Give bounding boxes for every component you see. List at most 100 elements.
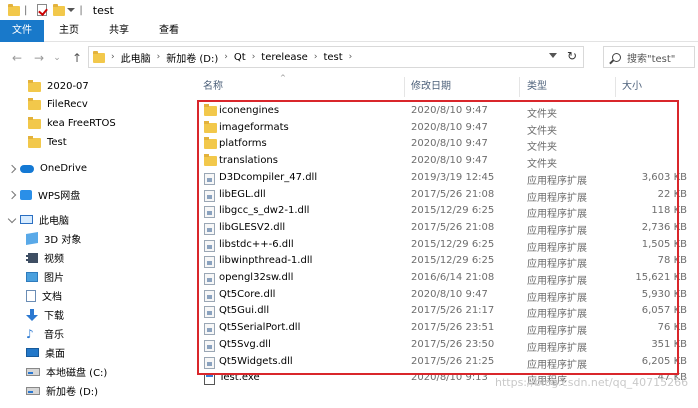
file-row[interactable]: platforms 2020/8/10 9:47 文件夹 [190, 136, 698, 153]
tab-home[interactable]: 主页 [44, 20, 94, 42]
up-arrow-icon[interactable]: ↑ [70, 51, 84, 65]
sidebar-item-label: 本地磁盘 (C:) [46, 368, 108, 379]
download-icon [26, 308, 38, 321]
sidebar-item-label: 视频 [44, 254, 64, 265]
sidebar-item-2020-07[interactable]: 2020-07 [28, 77, 89, 96]
sidebar-item-wps-cloud[interactable]: WPS网盘 [20, 185, 80, 204]
address-dropdown-icon[interactable] [549, 53, 557, 58]
file-name[interactable]: libGLESV2.dll [219, 222, 285, 233]
sidebar-item-downloads[interactable]: 下载 [26, 305, 64, 324]
cloud-icon [20, 164, 34, 173]
file-name[interactable]: Qt5Gui.dll [219, 305, 269, 316]
file-row[interactable]: libstdc++-6.dll 2015/12/29 6:25 应用程序扩展 1,50… [190, 237, 698, 254]
file-row[interactable]: opengl32sw.dll 2016/6/14 21:08 应用程序扩展 15,62… [190, 270, 698, 287]
sidebar-item-3d-objects[interactable]: 3D 对象 [26, 229, 81, 248]
file-name[interactable]: imageformats [219, 122, 289, 133]
tab-view[interactable]: 查看 [144, 20, 194, 42]
sidebar-item-desktop[interactable]: 桌面 [26, 343, 65, 362]
tab-file[interactable]: 文件 [0, 20, 44, 42]
file-name[interactable]: Qt5Widgets.dll [219, 356, 293, 367]
breadcrumb-qt[interactable]: Qt [234, 52, 246, 63]
breadcrumb-terelease[interactable]: terelease [261, 52, 308, 63]
column-header-name[interactable]: 名称 [203, 76, 223, 98]
expand-chevron-icon[interactable] [7, 190, 17, 200]
column-header-date[interactable]: 修改日期 [411, 76, 451, 98]
tab-share[interactable]: 共享 [94, 20, 144, 42]
file-name[interactable]: libEGL.dll [219, 189, 266, 200]
customize-quick-access-icon[interactable] [67, 8, 76, 12]
folder-icon [93, 50, 105, 63]
file-size: 6,057 KB [641, 305, 687, 317]
file-date: 2017/5/26 21:17 [411, 305, 495, 317]
ribbon-tabs: 文件 主页 共享 查看 [0, 20, 698, 42]
file-type: 应用程序扩展 [527, 192, 587, 204]
file-date: 2020/8/10 9:13 [411, 372, 488, 384]
sidebar-item-drive-c[interactable]: 本地磁盘 (C:) [26, 362, 107, 381]
title-separator: | [24, 4, 28, 16]
sidebar-item-documents[interactable]: 文档 [26, 286, 62, 305]
file-row[interactable]: iconengines 2020/8/10 9:47 文件夹 [190, 103, 698, 120]
sidebar-item-pictures[interactable]: 图片 [26, 267, 64, 286]
address-bar[interactable]: › 此电脑 › 新加卷 (D:) › Qt › terelease › test… [88, 46, 584, 68]
column-divider[interactable] [615, 77, 616, 97]
file-name[interactable]: libstdc++-6.dll [219, 239, 294, 250]
file-name[interactable]: libgcc_s_dw2-1.dll [219, 205, 309, 216]
column-divider[interactable] [519, 77, 520, 97]
sidebar-item-onedrive[interactable]: OneDrive [20, 159, 87, 178]
file-date: 2020/8/10 9:47 [411, 138, 488, 150]
file-name[interactable]: iconengines [219, 105, 279, 116]
file-name[interactable]: libwinpthread-1.dll [219, 255, 312, 266]
properties-icon[interactable] [37, 4, 48, 16]
file-row[interactable]: Qt5SerialPort.dll 2017/5/26 23:51 应用程序扩展 76… [190, 320, 698, 337]
dll-file-icon [204, 273, 215, 285]
forward-arrow-icon[interactable]: → [32, 51, 46, 65]
column-header-type[interactable]: 类型 [527, 76, 547, 98]
file-row[interactable]: Qt5Svg.dll 2017/5/26 23:50 应用程序扩展 351 KB [190, 337, 698, 354]
file-row[interactable]: libgcc_s_dw2-1.dll 2015/12/29 6:25 应用程序扩展 1… [190, 203, 698, 220]
refresh-icon[interactable]: ↻ [567, 49, 577, 63]
search-input[interactable]: 搜索"test" [627, 50, 675, 65]
file-row[interactable]: Qt5Widgets.dll 2017/5/26 21:25 应用程序扩展 6,205… [190, 354, 698, 371]
collapse-chevron-icon[interactable] [7, 214, 17, 224]
desktop-icon [26, 348, 39, 357]
file-row[interactable]: Qt5Gui.dll 2017/5/26 21:17 应用程序扩展 6,057 KB [190, 303, 698, 320]
sidebar-item-drive-d[interactable]: 新加卷 (D:) [26, 381, 98, 400]
sidebar-item-music[interactable]: ♪ 音乐 [26, 324, 64, 343]
file-name[interactable]: translations [219, 155, 278, 166]
file-name[interactable]: Qt5Core.dll [219, 289, 275, 300]
breadcrumb-test[interactable]: test [323, 52, 342, 63]
file-row[interactable]: D3Dcompiler_47.dll 2019/3/19 12:45 应用程序扩展 3… [190, 170, 698, 187]
sidebar-item-videos[interactable]: 视频 [26, 248, 64, 267]
column-header-size[interactable]: 大小 [622, 76, 642, 98]
new-folder-icon[interactable] [53, 3, 66, 16]
file-name[interactable]: Qt5Svg.dll [219, 339, 271, 350]
expand-chevron-icon[interactable] [7, 164, 17, 174]
recent-locations-icon[interactable]: ⌄ [50, 53, 64, 63]
file-row[interactable]: imageformats 2020/8/10 9:47 文件夹 [190, 120, 698, 137]
file-row[interactable]: libEGL.dll 2017/5/26 21:08 应用程序扩展 22 KB [190, 187, 698, 204]
sidebar-item-this-pc[interactable]: 此电脑 [20, 210, 69, 229]
back-arrow-icon[interactable]: ← [10, 51, 24, 65]
drive-icon [26, 367, 40, 376]
sidebar-item-kea-freertos[interactable]: kea FreeRTOS [28, 114, 116, 133]
folder-icon[interactable] [8, 3, 20, 16]
search-box[interactable]: 搜索"test" [603, 46, 695, 68]
file-row[interactable]: Qt5Core.dll 2020/8/10 9:47 应用程序扩展 5,930 KB [190, 287, 698, 304]
breadcrumb-drive-d[interactable]: 新加卷 (D:) [166, 50, 218, 65]
column-divider[interactable] [404, 77, 405, 97]
file-name[interactable]: Test.exe [219, 372, 260, 383]
file-type: 应用程序扩展 [527, 326, 587, 338]
file-name[interactable]: opengl32sw.dll [219, 272, 293, 283]
sidebar-item-test[interactable]: Test [28, 133, 67, 152]
file-size: 6,205 KB [641, 355, 687, 367]
file-name[interactable]: Qt5SerialPort.dll [219, 322, 300, 333]
file-name[interactable]: D3Dcompiler_47.dll [219, 172, 317, 183]
breadcrumb-this-pc[interactable]: 此电脑 [121, 50, 151, 65]
file-type: 应用程序扩展 [527, 309, 587, 321]
file-row[interactable]: libGLESV2.dll 2017/5/26 21:08 应用程序扩展 2,736 … [190, 220, 698, 237]
file-name[interactable]: platforms [219, 138, 267, 149]
sidebar-item-filerecv[interactable]: FileRecv [28, 95, 88, 114]
file-row[interactable]: libwinpthread-1.dll 2015/12/29 6:25 应用程序扩展… [190, 253, 698, 270]
file-row[interactable]: translations 2020/8/10 9:47 文件夹 [190, 153, 698, 170]
file-size: 15,621 KB [635, 272, 687, 283]
